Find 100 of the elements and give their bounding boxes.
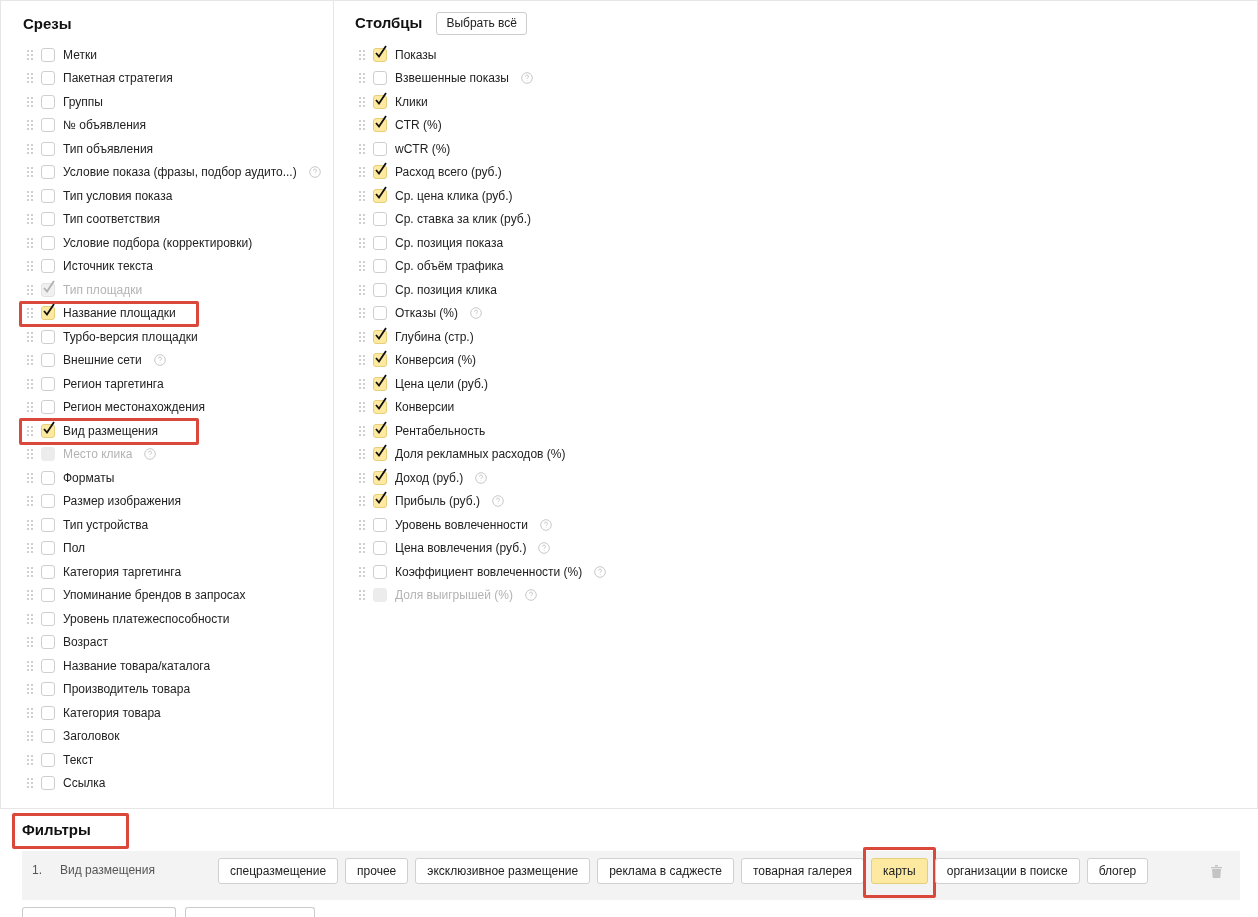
checkbox[interactable] (41, 423, 55, 438)
checkbox[interactable] (41, 517, 55, 532)
checkbox[interactable] (373, 400, 387, 415)
drag-handle-icon[interactable] (27, 637, 33, 648)
drag-handle-icon[interactable] (27, 519, 33, 530)
filter-chip[interactable]: реклама в саджесте (597, 858, 734, 884)
checkbox[interactable] (41, 541, 55, 556)
checkbox[interactable] (41, 588, 55, 603)
drag-handle-icon[interactable] (359, 167, 365, 178)
drag-handle-icon[interactable] (27, 472, 33, 483)
drag-handle-icon[interactable] (27, 731, 33, 742)
filter-chip[interactable]: карты (871, 858, 928, 884)
drag-handle-icon[interactable] (27, 190, 33, 201)
drag-handle-icon[interactable] (27, 143, 33, 154)
checkbox[interactable] (41, 188, 55, 203)
help-icon[interactable] (594, 565, 607, 578)
checkbox[interactable] (41, 752, 55, 767)
drag-handle-icon[interactable] (27, 402, 33, 413)
checkbox[interactable] (373, 282, 387, 297)
drag-handle-icon[interactable] (359, 49, 365, 60)
drag-handle-icon[interactable] (359, 543, 365, 554)
drag-handle-icon[interactable] (27, 237, 33, 248)
filter-chip[interactable]: организации в поиске (934, 858, 1080, 884)
checkbox[interactable] (41, 400, 55, 415)
drag-handle-icon[interactable] (359, 190, 365, 201)
checkbox[interactable] (373, 541, 387, 556)
checkbox[interactable] (41, 235, 55, 250)
help-icon[interactable] (538, 542, 551, 555)
help-icon[interactable] (520, 72, 533, 85)
checkbox[interactable] (41, 212, 55, 227)
checkbox[interactable] (41, 94, 55, 109)
checkbox[interactable] (373, 494, 387, 509)
checkbox[interactable] (41, 470, 55, 485)
help-icon[interactable] (475, 471, 488, 484)
drag-handle-icon[interactable] (359, 472, 365, 483)
checkbox[interactable] (373, 376, 387, 391)
drag-handle-icon[interactable] (359, 261, 365, 272)
checkbox[interactable] (41, 47, 55, 62)
help-icon[interactable] (539, 518, 552, 531)
drag-handle-icon[interactable] (359, 308, 365, 319)
drag-handle-icon[interactable] (359, 73, 365, 84)
select-all-button[interactable]: Выбрать всё (436, 11, 527, 35)
drag-handle-icon[interactable] (359, 496, 365, 507)
checkbox[interactable] (41, 658, 55, 673)
checkbox[interactable] (373, 71, 387, 86)
checkbox[interactable] (373, 470, 387, 485)
help-icon[interactable] (470, 307, 482, 320)
checkbox[interactable] (373, 447, 387, 462)
checkbox[interactable] (373, 564, 387, 579)
checkbox[interactable] (41, 329, 55, 344)
checkbox[interactable] (373, 353, 387, 368)
drag-handle-icon[interactable] (27, 613, 33, 624)
checkbox[interactable] (373, 47, 387, 62)
help-icon[interactable] (308, 166, 321, 179)
drag-handle-icon[interactable] (27, 684, 33, 695)
drag-handle-icon[interactable] (27, 96, 33, 107)
checkbox[interactable] (373, 141, 387, 156)
drag-handle-icon[interactable] (359, 378, 365, 389)
checkbox[interactable] (373, 118, 387, 133)
drag-handle-icon[interactable] (27, 308, 33, 319)
drag-handle-icon[interactable] (359, 237, 365, 248)
checkbox[interactable] (41, 494, 55, 509)
drag-handle-icon[interactable] (27, 73, 33, 84)
drag-handle-icon[interactable] (359, 284, 365, 295)
drag-handle-icon[interactable] (359, 96, 365, 107)
drag-handle-icon[interactable] (27, 378, 33, 389)
drag-handle-icon[interactable] (27, 120, 33, 131)
checkbox[interactable] (373, 306, 387, 321)
checkbox[interactable] (41, 306, 55, 321)
trash-icon[interactable] (1211, 865, 1222, 878)
drag-handle-icon[interactable] (27, 778, 33, 789)
drag-handle-icon[interactable] (27, 261, 33, 272)
checkbox[interactable] (41, 353, 55, 368)
checkbox[interactable] (373, 329, 387, 344)
help-icon[interactable] (491, 495, 504, 508)
checkbox[interactable] (41, 776, 55, 791)
help-icon[interactable] (153, 354, 166, 367)
drag-handle-icon[interactable] (27, 496, 33, 507)
filter-chip[interactable]: спецразмещение (218, 858, 339, 884)
checkbox[interactable] (41, 705, 55, 720)
drag-handle-icon[interactable] (27, 566, 33, 577)
drag-handle-icon[interactable] (359, 214, 365, 225)
drag-handle-icon[interactable] (359, 425, 365, 436)
drag-handle-icon[interactable] (27, 754, 33, 765)
filter-chip[interactable]: эксклюзивное размещение (415, 858, 591, 884)
checkbox[interactable] (373, 165, 387, 180)
drag-handle-icon[interactable] (359, 449, 365, 460)
checkbox[interactable] (41, 165, 55, 180)
drag-handle-icon[interactable] (27, 355, 33, 366)
drag-handle-icon[interactable] (359, 566, 365, 577)
checkbox[interactable] (373, 188, 387, 203)
drag-handle-icon[interactable] (359, 120, 365, 131)
drag-handle-icon[interactable] (359, 331, 365, 342)
checkbox[interactable] (41, 71, 55, 86)
checkbox[interactable] (373, 517, 387, 532)
checkbox[interactable] (41, 682, 55, 697)
drag-handle-icon[interactable] (27, 331, 33, 342)
checkbox[interactable] (41, 611, 55, 626)
checkbox[interactable] (373, 423, 387, 438)
checkbox[interactable] (373, 235, 387, 250)
